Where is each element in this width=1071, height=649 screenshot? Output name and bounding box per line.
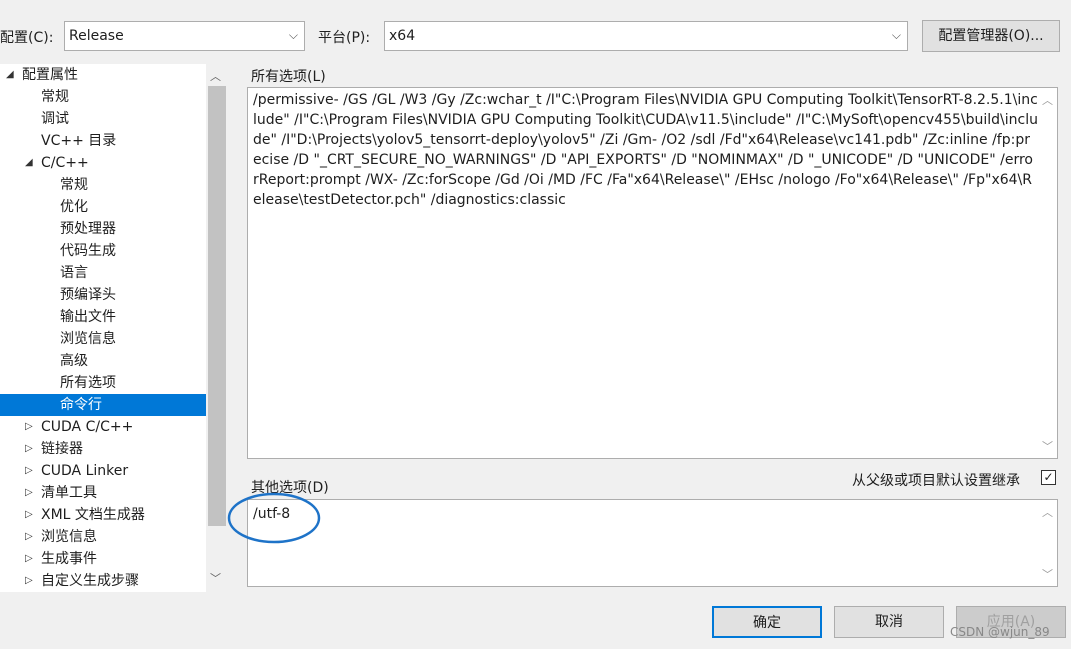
tree-item-label: 预编译头 <box>60 287 116 303</box>
collapsed-arrow-icon[interactable]: ▷ <box>25 416 33 438</box>
scroll-down-icon[interactable]: ﹀ <box>1042 438 1053 454</box>
collapsed-arrow-icon[interactable]: ▷ <box>25 482 33 504</box>
tree-item[interactable]: 语言 <box>0 262 206 284</box>
tree-item[interactable]: ▷ XML 文档生成器 <box>0 504 206 526</box>
collapsed-arrow-icon[interactable]: ▷ <box>25 438 33 460</box>
tree-item-label: XML 文档生成器 <box>41 507 145 523</box>
tree-item[interactable]: 输出文件 <box>0 306 206 328</box>
tree-item[interactable]: 预处理器 <box>0 218 206 240</box>
highlight-circle <box>227 492 321 544</box>
tree-item-label: 优化 <box>60 199 88 215</box>
collapsed-arrow-icon[interactable]: ▷ <box>25 570 33 592</box>
expanded-arrow-icon[interactable]: ◢ <box>25 152 33 174</box>
tree-item-label: CUDA C/C++ <box>41 419 134 435</box>
tree-item[interactable]: VC++ 目录 <box>0 130 206 152</box>
expanded-arrow-icon[interactable]: ◢ <box>6 64 14 86</box>
tree-item-label: 自定义生成步骤 <box>41 573 139 589</box>
all-options-text: /permissive- /GS /GL /W3 /Gy /Zc:wchar_t… <box>253 92 1038 208</box>
tree-item-label: 浏览信息 <box>60 331 116 347</box>
tree-item-label: 语言 <box>60 265 88 281</box>
property-tree: ︿ ﹀ ◢ 配置属性 常规 调试 VC++ 目录 ◢ C/C++ 常规 优化 预处理器 代码生成 语言… <box>0 64 228 592</box>
tree-item[interactable]: 高级 <box>0 350 206 372</box>
other-options-box[interactable]: /utf-8 ︿ ﹀ <box>247 499 1058 587</box>
scroll-down-icon[interactable]: ﹀ <box>210 570 221 586</box>
tree-item-label: 预处理器 <box>60 221 116 237</box>
scroll-up-icon[interactable]: ︿ <box>210 68 221 84</box>
inherit-label: 从父级或项目默认设置继承 <box>852 473 1020 489</box>
tree-item[interactable]: ◢ 配置属性 <box>0 64 206 86</box>
tree-item-label: 浏览信息 <box>41 529 97 545</box>
tree-item[interactable]: ▷ 自定义生成步骤 <box>0 570 206 592</box>
tree-item-label: 命令行 <box>60 397 102 413</box>
tree-item[interactable]: ◢ C/C++ <box>0 152 206 174</box>
collapsed-arrow-icon[interactable]: ▷ <box>25 548 33 570</box>
tree-item-label: 链接器 <box>41 441 83 457</box>
tree-item[interactable]: ▷ 链接器 <box>0 438 206 460</box>
tree-scrollbar[interactable]: ︿ ﹀ <box>206 64 228 592</box>
tree-item-label: 代码生成 <box>60 243 116 259</box>
tree-item[interactable]: 优化 <box>0 196 206 218</box>
watermark: CSDN @wjun_89 <box>950 625 1050 639</box>
inherit-checkbox[interactable]: ✓ <box>1041 470 1056 485</box>
tree-item-label: 输出文件 <box>60 309 116 325</box>
collapsed-arrow-icon[interactable]: ▷ <box>25 460 33 482</box>
tree-item-label: C/C++ <box>41 155 89 171</box>
tree-item[interactable]: 预编译头 <box>0 284 206 306</box>
config-select[interactable]: Release ⌵ <box>64 21 305 51</box>
tree-item[interactable]: ▷ CUDA Linker <box>0 460 206 482</box>
tree-item-label: 调试 <box>41 111 69 127</box>
tree-item-label: 配置属性 <box>22 67 78 83</box>
config-manager-button[interactable]: 配置管理器(O)... <box>922 20 1060 52</box>
tree-item-label: VC++ 目录 <box>41 133 117 149</box>
tree-item[interactable]: 所有选项 <box>0 372 206 394</box>
ok-button[interactable]: 确定 <box>712 606 822 638</box>
tree-item[interactable]: 命令行 <box>0 394 206 416</box>
platform-label: 平台(P): <box>318 30 371 46</box>
tree-item[interactable]: 代码生成 <box>0 240 206 262</box>
tree-item[interactable]: ▷ CUDA C/C++ <box>0 416 206 438</box>
tree-item[interactable]: ▷ 生成事件 <box>0 548 206 570</box>
tree-item-label: 常规 <box>60 177 88 193</box>
tree-item[interactable]: 调试 <box>0 108 206 130</box>
scroll-down-icon[interactable]: ﹀ <box>1042 566 1053 582</box>
tree-item[interactable]: 浏览信息 <box>0 328 206 350</box>
tree-item[interactable]: ▷ 浏览信息 <box>0 526 206 548</box>
chevron-down-icon: ⌵ <box>288 28 298 42</box>
other-options-input[interactable]: /utf-8 <box>253 504 1038 524</box>
tree-item[interactable]: ▷ 清单工具 <box>0 482 206 504</box>
all-options-label: 所有选项(L) <box>251 69 326 85</box>
scroll-thumb[interactable] <box>208 86 226 526</box>
scroll-up-icon[interactable]: ︿ <box>1042 504 1053 520</box>
collapsed-arrow-icon[interactable]: ▷ <box>25 504 33 526</box>
chevron-down-icon: ⌵ <box>891 28 901 42</box>
platform-select[interactable]: x64 ⌵ <box>384 21 908 51</box>
tree-item[interactable]: 常规 <box>0 86 206 108</box>
tree-item-label: 清单工具 <box>41 485 97 501</box>
scroll-up-icon[interactable]: ︿ <box>1042 92 1053 108</box>
tree-item-label: 常规 <box>41 89 69 105</box>
collapsed-arrow-icon[interactable]: ▷ <box>25 526 33 548</box>
tree-item-label: CUDA Linker <box>41 463 129 479</box>
config-label: 配置(C): <box>0 30 54 46</box>
tree-item-label: 所有选项 <box>60 375 116 391</box>
tree-item-label: 高级 <box>60 353 88 369</box>
all-options-box[interactable]: /permissive- /GS /GL /W3 /Gy /Zc:wchar_t… <box>247 87 1058 459</box>
cancel-button[interactable]: 取消 <box>834 606 944 638</box>
config-toolbar: 配置(C): Release ⌵ 平台(P): x64 ⌵ 配置管理器(O)... <box>0 0 1071 64</box>
tree-item-label: 生成事件 <box>41 551 97 567</box>
tree-item[interactable]: 常规 <box>0 174 206 196</box>
